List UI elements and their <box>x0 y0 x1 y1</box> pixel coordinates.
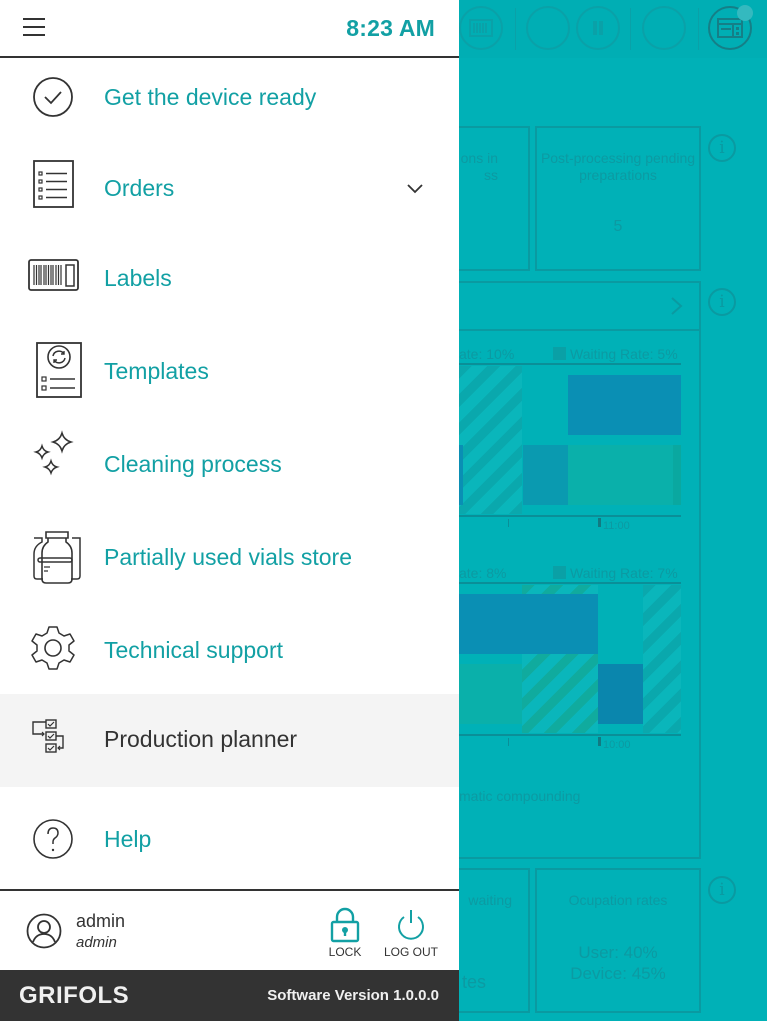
menu-item-labels[interactable]: Labels <box>0 229 459 322</box>
lock-tool-button <box>642 6 686 50</box>
barcode-tool-button <box>459 6 503 50</box>
planner-icon <box>32 719 64 753</box>
check-circle-icon <box>33 77 73 117</box>
user-name: admin <box>76 911 126 931</box>
bar-teal <box>673 445 681 505</box>
bar-blue <box>459 445 463 505</box>
menu-item-get-device-ready[interactable]: Get the device ready <box>0 58 459 136</box>
chevron-down-icon[interactable] <box>404 177 426 199</box>
navigation-drawer: 8:23 AM Get the device ready Orders Labe… <box>0 0 459 1021</box>
gear-icon <box>31 626 75 670</box>
barcode-icon <box>469 19 493 37</box>
drawer-footer: GRIFOLS Software Version 1.0.0.0 <box>0 970 459 1021</box>
drawer-header: 8:23 AM <box>0 0 459 58</box>
menu-item-technical-support[interactable]: Technical support <box>0 601 459 694</box>
info-icon: i <box>708 134 736 162</box>
menu-item-templates[interactable]: Templates <box>0 322 459 415</box>
bar-teal <box>568 445 673 505</box>
bar-hatched <box>643 585 681 733</box>
barcode-label-icon <box>28 259 79 291</box>
menu-item-cleaning-process[interactable]: Cleaning process <box>0 415 459 508</box>
bar-blue <box>568 375 681 435</box>
start-tool-button <box>526 6 570 50</box>
hamburger-menu-icon[interactable] <box>23 18 45 36</box>
legend-swatch <box>553 347 566 360</box>
bg-card-post-processing: Post-processing pending preparations 5 <box>535 126 701 271</box>
bar-teal-dark <box>523 445 568 505</box>
bar-teal <box>459 664 522 724</box>
software-version: Software Version 1.0.0.0 <box>267 987 439 1004</box>
pause-tool-button <box>576 6 620 50</box>
info-icon: i <box>708 876 736 904</box>
sparkles-icon <box>33 430 74 476</box>
info-icon: i <box>708 288 736 316</box>
menu-item-partially-used-vials[interactable]: Partially used vials store <box>0 508 459 601</box>
lock-button[interactable]: LOCK <box>326 907 364 959</box>
orders-list-icon <box>33 160 74 208</box>
bg-card-occupation: Ocupation rates User: 40% Device: 45% <box>535 868 701 1013</box>
brand-logo: GRIFOLS <box>19 982 130 1009</box>
template-sync-icon <box>36 342 82 398</box>
drawer-menu: Get the device ready Orders Labels Templ… <box>0 58 459 880</box>
bar-blue-dark <box>598 664 643 724</box>
bar-blue <box>459 594 598 654</box>
legend-swatch <box>553 566 566 579</box>
menu-item-help[interactable]: Help <box>0 787 459 880</box>
power-icon <box>398 910 424 940</box>
pause-icon <box>593 21 603 35</box>
logout-button[interactable]: LOG OUT <box>384 907 438 959</box>
help-circle-icon <box>33 819 73 859</box>
chevron-right-icon <box>671 297 683 315</box>
menu-item-orders[interactable]: Orders <box>0 136 459 229</box>
user-bar: admin admin LOCK LOG OUT <box>0 889 459 970</box>
bar-hatched <box>459 366 522 514</box>
menu-item-production-planner[interactable]: Production planner <box>0 694 459 787</box>
clock: 8:23 AM <box>346 15 435 41</box>
lock-icon <box>330 907 360 943</box>
user-avatar-icon <box>26 913 62 949</box>
user-role: admin <box>76 934 117 951</box>
status-check-badge <box>737 5 753 21</box>
vials-icon <box>33 531 81 584</box>
device-icon <box>717 18 743 38</box>
